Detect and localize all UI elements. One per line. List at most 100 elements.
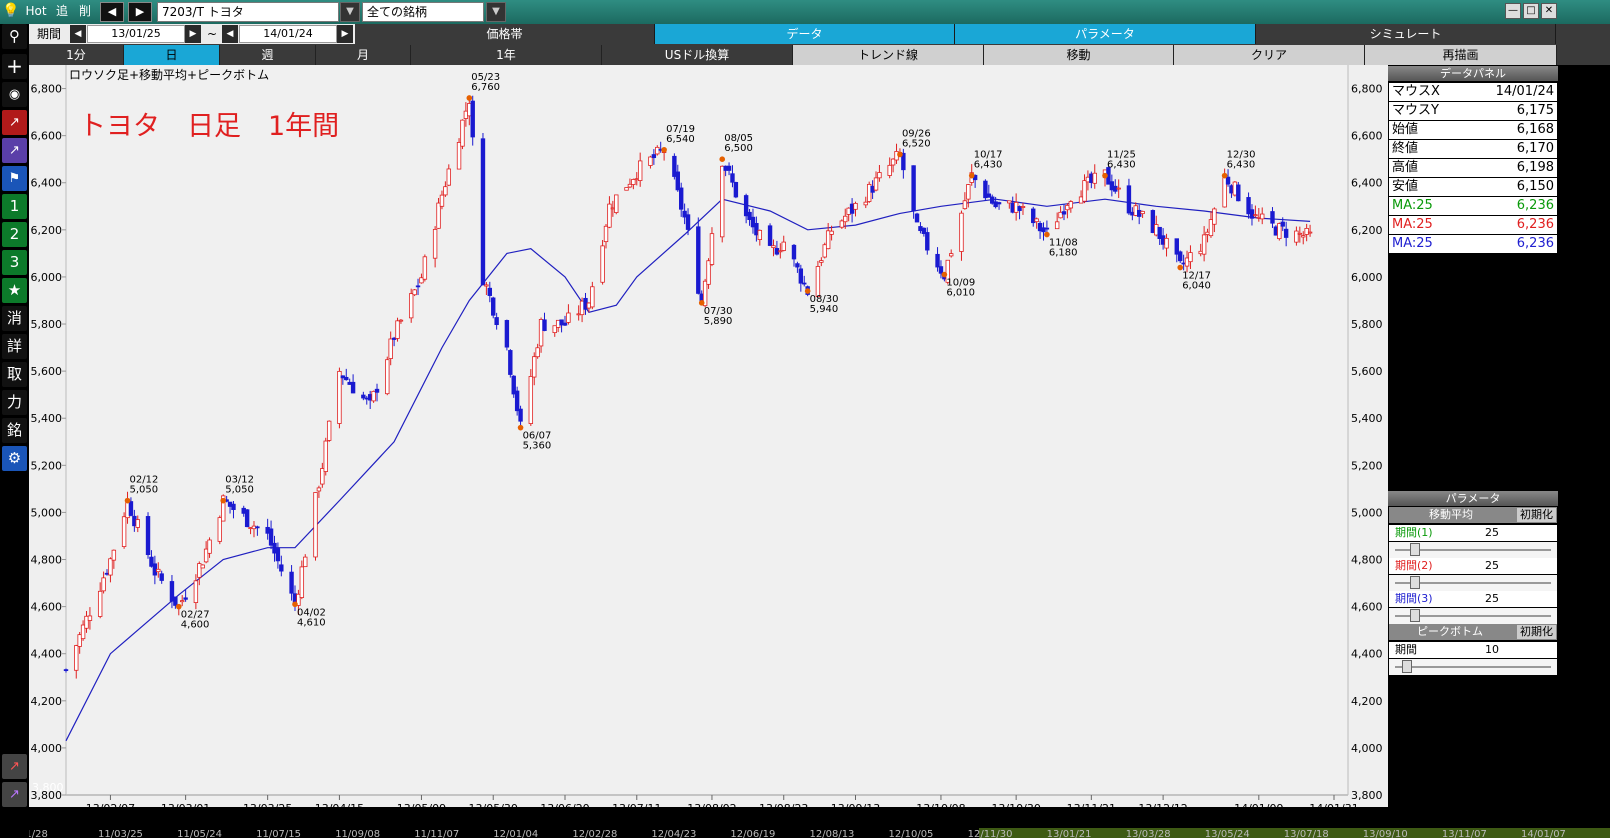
datapanel-title: データパネル [1388,66,1558,81]
ma-period-1-slider[interactable] [1389,542,1557,558]
candle-body [767,225,773,246]
candle-body [949,253,954,257]
tab-price-band[interactable]: 価格帯 [355,24,655,44]
date-to-prev-button[interactable]: ◀ [222,25,238,43]
ma-period-2-slider[interactable] [1389,575,1557,591]
symbol-button[interactable]: 銘 [2,418,27,443]
range-1year-button[interactable]: 1年 [411,45,602,65]
search-icon[interactable]: ⚲ [2,24,27,49]
ma-period-3-value[interactable]: 25 [1485,591,1499,607]
next-symbol-button[interactable]: ▶ [128,2,152,22]
mini-chart-2-icon[interactable]: ↗ [2,782,27,807]
candle-body [843,215,848,223]
chart-compare-icon[interactable]: ↗ [2,138,27,163]
range-day-button[interactable]: 日 [124,45,220,65]
date-to-input[interactable]: 14/01/24 [239,25,337,43]
slider-thumb[interactable] [1409,609,1420,622]
range-month-button[interactable]: 月 [316,45,411,65]
peak-marker [292,601,298,608]
candle-body [97,590,103,617]
range-week-button[interactable]: 週 [220,45,316,65]
candle-body [781,241,786,251]
y-tick-label: 6,000 [31,271,63,284]
clear-button[interactable]: クリア [1174,45,1365,65]
ma-period-1-row: 期間(1) 25 [1389,525,1557,541]
erase-button[interactable]: 消 [2,306,27,331]
maximize-button[interactable]: □ [1523,3,1539,19]
candle-body [566,312,571,323]
peak-marker [968,172,975,179]
slider-thumb[interactable] [1402,660,1413,673]
layout-1-button[interactable]: 1 [2,194,27,219]
redraw-button[interactable]: 再描画 [1365,45,1557,65]
app-menu-icon[interactable]: 💡 [2,2,20,21]
ma-period-2-value[interactable]: 25 [1485,558,1499,574]
date-from-next-button[interactable]: ▶ [185,25,201,43]
tab-simulate[interactable]: シミュレート [1256,24,1556,44]
price-chart[interactable]: ロウソク足+移動平均+ピークボトム トヨタ 日足 1年間 3,800 4,000 4… [29,65,1388,807]
candle-body [914,213,920,223]
input-button[interactable]: 力 [2,390,27,415]
minimize-button[interactable]: — [1505,3,1521,19]
symbol-input[interactable]: 7203/T トヨタ [157,2,339,22]
candle-body [802,282,807,285]
date-from-prev-button[interactable]: ◀ [70,25,86,43]
date-from-input[interactable]: 13/01/25 [87,25,185,43]
layout-3-button[interactable]: 3 [2,250,27,275]
peak-value-label: 6,010 [946,288,975,299]
layout-2-button[interactable]: 2 [2,222,27,247]
favorite-star-icon[interactable]: ★ [2,278,27,303]
candle-body [1270,211,1275,224]
candle-body [350,381,356,394]
add-button[interactable]: 追 [52,2,72,21]
peak-value-label: 6,540 [666,134,695,145]
hot-button[interactable]: Hot [22,2,50,21]
delete-button[interactable]: 削 [75,2,95,21]
pb-reset-button[interactable]: 初期化 [1517,625,1556,639]
candle-body [614,194,619,213]
y-tick-label-right: 5,000 [1351,506,1383,519]
candle-body [535,347,540,358]
universe-dropdown-button[interactable]: ▼ [486,2,506,22]
usd-convert-button[interactable]: USドル換算 [602,45,793,65]
move-button[interactable]: 移動 [984,45,1174,65]
slider-thumb[interactable] [1409,576,1420,589]
candle-body [726,165,732,171]
universe-select[interactable]: 全ての銘柄 [362,2,484,22]
camera-icon[interactable]: ◉ [2,82,27,107]
chart-line-icon[interactable]: ↗ [2,110,27,135]
ma-period-3-slider[interactable] [1389,608,1557,624]
flag-icon[interactable]: ⚑ [2,166,27,191]
pb-period-value[interactable]: 10 [1485,642,1499,658]
trade-button[interactable]: 取 [2,362,27,387]
trendline-button[interactable]: トレンド線 [793,45,984,65]
candle-body [303,556,308,568]
y-tick-label-right: 5,200 [1351,459,1383,472]
navigator-svg[interactable]: 11/28 11/03/25 11/05/24 11/07/15 11/09/08 11/… [29,807,1610,838]
range-1min-button[interactable]: 1分 [29,45,124,65]
date-to-next-button[interactable]: ▶ [337,25,353,43]
prev-symbol-button[interactable]: ◀ [100,2,124,22]
mini-chart-icon[interactable]: ↗ [2,754,27,779]
candle-body [1116,187,1121,190]
candle-body [1212,208,1217,225]
detail-button[interactable]: 詳 [2,334,27,359]
chart-area[interactable]: ロウソク足+移動平均+ピークボトム トヨタ 日足 1年間 3,800 4,000 4… [29,65,1388,807]
candle-body [528,376,534,424]
crosshair-icon[interactable]: + [2,54,27,79]
slider-thumb[interactable] [1409,543,1420,556]
y-tick-label: 4,800 [31,554,63,567]
ma-reset-button[interactable]: 初期化 [1517,508,1556,522]
dp-row-open: 始値 6,168 [1389,121,1557,139]
candle-body [863,201,868,206]
tab-data[interactable]: データ [655,24,955,44]
navigator-bar[interactable]: 3,800 11/28 11/03/25 11/05/24 11/07/15 11/09… [29,781,1610,838]
settings-gear-icon[interactable]: ⚙ [2,446,27,471]
pb-period-slider[interactable] [1389,659,1557,675]
symbol-dropdown-button[interactable]: ▼ [340,2,360,22]
ma-period-1-value[interactable]: 25 [1485,525,1499,541]
candle-body [590,286,595,308]
close-button[interactable]: ✕ [1541,3,1557,19]
tab-parameter[interactable]: パラメータ [955,24,1256,44]
candle-body [1188,252,1193,263]
